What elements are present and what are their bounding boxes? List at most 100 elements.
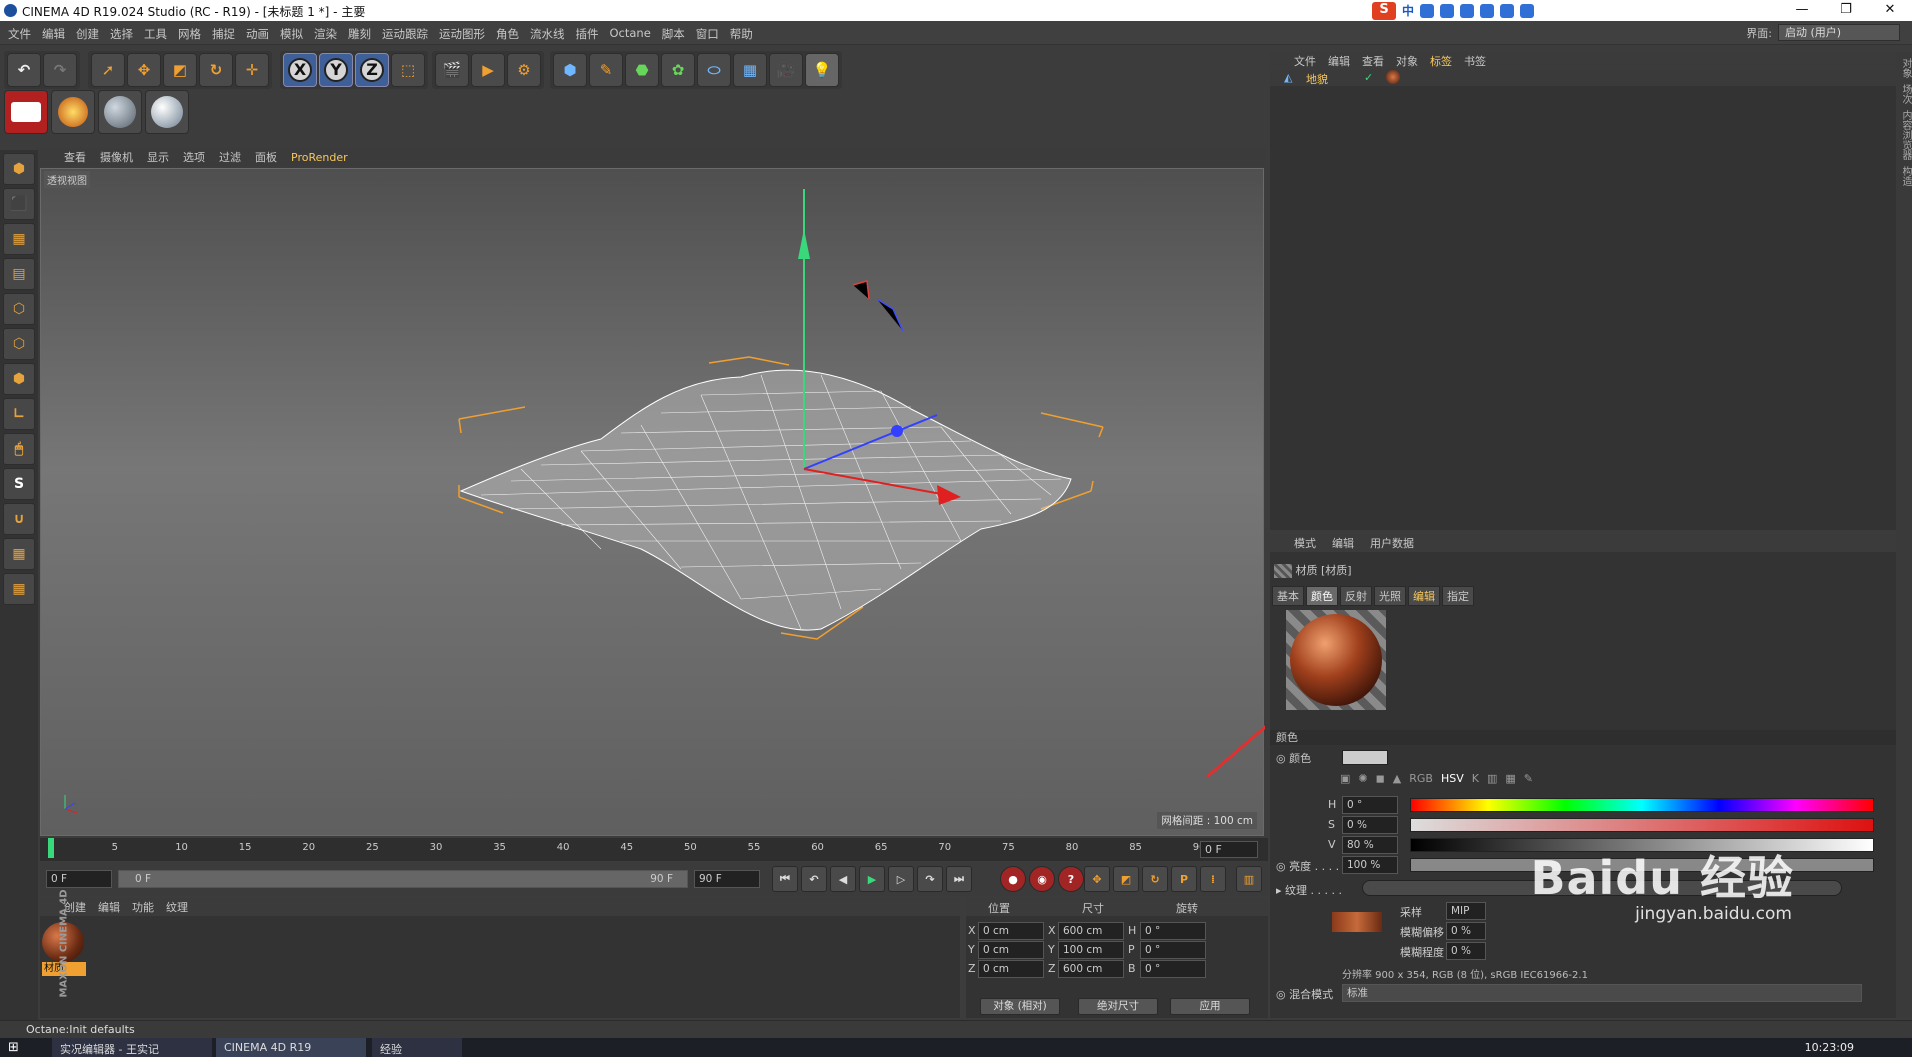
attr-menu-1[interactable]: 编辑 bbox=[1332, 535, 1354, 551]
menu-item-0[interactable]: 文件 bbox=[8, 26, 31, 42]
viewport-menu-1[interactable]: 摄像机 bbox=[100, 149, 133, 165]
viewport-menu-5[interactable]: 面板 bbox=[255, 149, 277, 165]
material-preview[interactable] bbox=[1286, 610, 1386, 710]
object-menu-1[interactable]: 编辑 bbox=[1328, 53, 1350, 69]
menu-item-19[interactable]: 帮助 bbox=[730, 26, 753, 42]
attr-tab-3[interactable]: 光照 bbox=[1374, 586, 1406, 606]
render-settings-icon[interactable]: ⚙ bbox=[507, 53, 541, 87]
mixer-icon[interactable]: ▥ bbox=[1487, 772, 1497, 785]
key-move-icon[interactable]: ✥ bbox=[1084, 866, 1110, 892]
blur-offset-field[interactable]: 0 % bbox=[1446, 922, 1486, 940]
coord-position-field[interactable]: 0 cm bbox=[978, 941, 1044, 959]
rotate-icon[interactable]: ↻ bbox=[199, 53, 233, 87]
attr-tab-2[interactable]: 反射 bbox=[1340, 586, 1372, 606]
h-field[interactable]: 0 ° bbox=[1342, 796, 1398, 814]
ime-emoji-icon[interactable] bbox=[1440, 3, 1455, 18]
floor-icon[interactable]: ▦ bbox=[733, 53, 767, 87]
playhead[interactable] bbox=[48, 838, 54, 858]
key-rotate-icon[interactable]: ↻ bbox=[1142, 866, 1168, 892]
menu-item-14[interactable]: 流水线 bbox=[530, 26, 565, 42]
pen-icon[interactable]: ✎ bbox=[589, 53, 623, 87]
windows-start-icon[interactable]: ⊞ bbox=[8, 1040, 19, 1055]
coord-size-field[interactable]: 600 cm bbox=[1058, 960, 1124, 978]
points-mode-icon[interactable]: ⬡ bbox=[3, 293, 35, 325]
undo-icon[interactable]: ↶ bbox=[7, 53, 41, 87]
structure-tab[interactable]: 构造 bbox=[1898, 166, 1912, 186]
ime-keyboard-icon[interactable] bbox=[1480, 3, 1495, 18]
axis-mode-icon[interactable]: ∟ bbox=[3, 398, 35, 430]
takes-tab[interactable]: 场次 bbox=[1898, 84, 1912, 104]
menu-item-17[interactable]: 脚本 bbox=[662, 26, 685, 42]
object-menu-3[interactable]: 对象 bbox=[1396, 53, 1418, 69]
polygons-mode-icon[interactable]: ⬢ bbox=[3, 363, 35, 395]
coords-mode-select[interactable]: 对象 (相对) bbox=[980, 998, 1060, 1015]
attr-tab-4[interactable]: 编辑 bbox=[1408, 586, 1440, 606]
viewport-menu-2[interactable]: 显示 bbox=[147, 149, 169, 165]
sample-select[interactable]: MIP bbox=[1446, 902, 1486, 920]
attr-tab-1[interactable]: 颜色 bbox=[1306, 586, 1338, 606]
coord-position-field[interactable]: 0 cm bbox=[978, 922, 1044, 940]
close-button[interactable]: ✕ bbox=[1868, 0, 1912, 21]
color-swatch[interactable] bbox=[1342, 750, 1388, 765]
redo-icon[interactable]: ↷ bbox=[43, 53, 77, 87]
octane-explosion-icon[interactable] bbox=[51, 90, 95, 134]
content-tab[interactable]: 内容浏览器 bbox=[1898, 110, 1912, 160]
coord-size-field[interactable]: 100 cm bbox=[1058, 941, 1124, 959]
workplane-lock-icon[interactable]: ▦ bbox=[3, 538, 35, 570]
menu-item-10[interactable]: 雕刻 bbox=[348, 26, 371, 42]
texture-mode-icon[interactable]: ▦ bbox=[3, 223, 35, 255]
next-key-icon[interactable]: ↷ bbox=[917, 866, 943, 892]
scale-icon[interactable]: ◩ bbox=[163, 53, 197, 87]
end-frame-field[interactable]: 90 F bbox=[694, 870, 760, 888]
ime-skin-icon[interactable] bbox=[1500, 3, 1515, 18]
frame-range-slider[interactable]: 0 F 90 F bbox=[118, 870, 688, 888]
viewport-menu-0[interactable]: 查看 bbox=[64, 149, 86, 165]
octane-diffuse-material-icon[interactable] bbox=[98, 90, 142, 134]
s-field[interactable]: 0 % bbox=[1342, 816, 1398, 834]
attr-menu-2[interactable]: 用户数据 bbox=[1370, 535, 1414, 551]
model-mode-icon[interactable]: ⬛ bbox=[3, 188, 35, 220]
record-icon[interactable]: ● bbox=[1000, 866, 1026, 892]
coordinate-system-icon[interactable]: ⬚ bbox=[391, 53, 425, 87]
sogou-icon[interactable]: S bbox=[1372, 1, 1396, 20]
viewport-menu-3[interactable]: 选项 bbox=[183, 149, 205, 165]
menu-item-2[interactable]: 创建 bbox=[76, 26, 99, 42]
coord-rotation-field[interactable]: 0 ° bbox=[1140, 960, 1206, 978]
menu-item-7[interactable]: 动画 bbox=[246, 26, 269, 42]
taskbar-item-editor[interactable]: 实况编辑器 - 王实记 bbox=[52, 1038, 212, 1057]
edges-mode-icon[interactable]: ⬡ bbox=[3, 328, 35, 360]
minimize-button[interactable]: — bbox=[1780, 0, 1824, 21]
hsv-icon[interactable]: HSV bbox=[1441, 772, 1464, 785]
x-axis-button[interactable]: X bbox=[283, 53, 317, 87]
prev-key-icon[interactable]: ↶ bbox=[801, 866, 827, 892]
brightness-field[interactable]: 100 % bbox=[1342, 856, 1398, 874]
goto-start-icon[interactable]: ⏮ bbox=[772, 866, 798, 892]
material-menu-3[interactable]: 纹理 bbox=[166, 899, 188, 915]
menu-item-1[interactable]: 编辑 bbox=[42, 26, 65, 42]
attr-tab-5[interactable]: 指定 bbox=[1442, 586, 1474, 606]
color-spectrum-icon[interactable]: ▣ bbox=[1340, 772, 1350, 785]
key-scale-icon[interactable]: ◩ bbox=[1113, 866, 1139, 892]
material-tag-icon[interactable] bbox=[1386, 70, 1400, 84]
color-picture-icon[interactable]: ◼ bbox=[1376, 772, 1385, 785]
hue-slider[interactable] bbox=[1410, 798, 1874, 812]
octane-camera-icon[interactable] bbox=[4, 90, 48, 134]
object-menu-0[interactable]: 文件 bbox=[1294, 53, 1316, 69]
z-axis-button[interactable]: Z bbox=[355, 53, 389, 87]
planar-workplane-icon[interactable]: ▦ bbox=[3, 573, 35, 605]
menu-item-15[interactable]: 插件 bbox=[576, 26, 599, 42]
visibility-check-icon[interactable]: ✓ bbox=[1364, 71, 1373, 84]
taskbar-item-folder[interactable]: 经验 bbox=[372, 1038, 462, 1057]
interface-select[interactable]: 启动 (用户) bbox=[1778, 24, 1900, 41]
perspective-viewport[interactable]: 透视视图 网格间距 : 100 cm bbox=[40, 168, 1265, 836]
menu-item-8[interactable]: 模拟 bbox=[280, 26, 303, 42]
attr-menu-0[interactable]: 模式 bbox=[1294, 535, 1316, 551]
menu-item-6[interactable]: 捕捉 bbox=[212, 26, 235, 42]
autokey-icon[interactable]: ◉ bbox=[1029, 866, 1055, 892]
ime-punct-icon[interactable] bbox=[1420, 3, 1435, 18]
objects-tab[interactable]: 对象 bbox=[1898, 58, 1912, 78]
key-param-icon[interactable]: P bbox=[1171, 866, 1197, 892]
coords-size-mode-select[interactable]: 绝对尺寸 bbox=[1078, 998, 1158, 1015]
ime-mic-icon[interactable] bbox=[1460, 3, 1475, 18]
prev-frame-icon[interactable]: ◀ bbox=[830, 866, 856, 892]
